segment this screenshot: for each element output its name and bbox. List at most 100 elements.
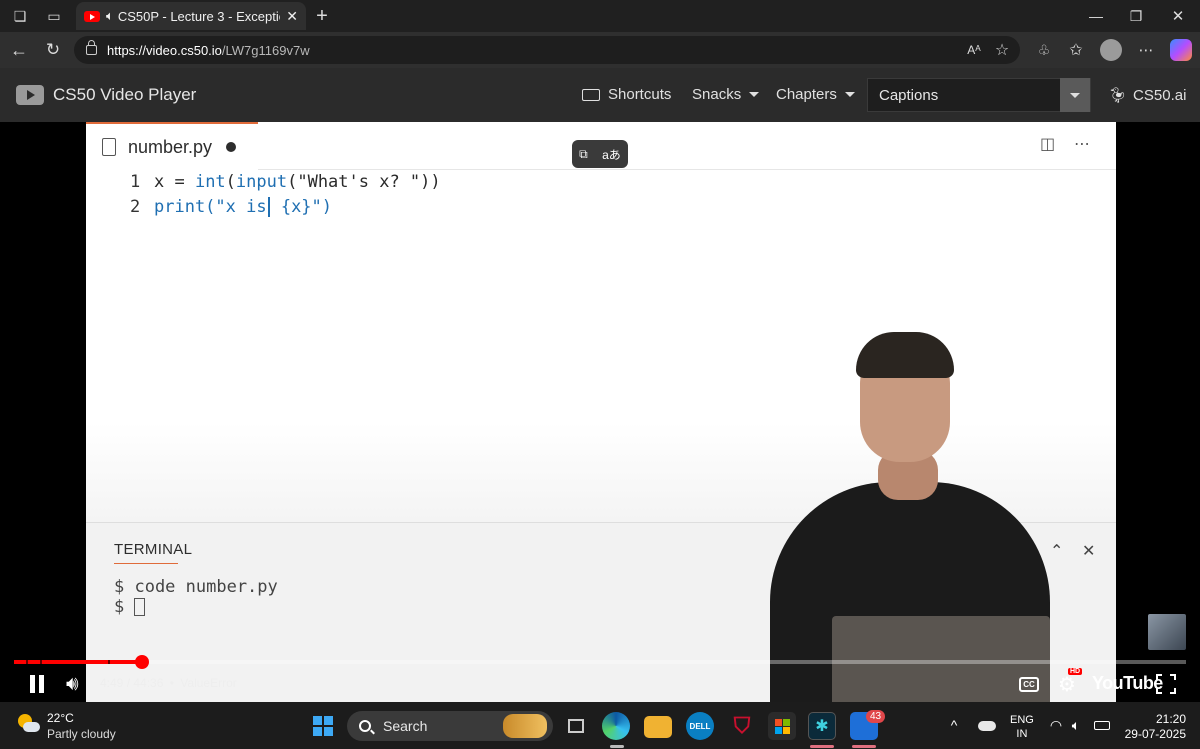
browser-tab-active[interactable]: 🔈︎ CS50P - Lecture 3 - Exceptio ✕ [76, 2, 306, 30]
language-code: ENG [1010, 714, 1034, 726]
cursor-app-icon[interactable]: ✱ [808, 712, 836, 740]
progress-scrubber[interactable] [135, 655, 149, 669]
channel-avatar[interactable] [1148, 614, 1186, 650]
cs50ai-link[interactable]: 🦆︎ CS50.ai [1108, 86, 1187, 105]
region-code: IN [1016, 728, 1028, 740]
pause-icon[interactable] [28, 675, 46, 693]
chevron-up-icon[interactable]: ^ [946, 716, 962, 734]
code-token: print("x is [154, 197, 267, 217]
chapter-marker [40, 660, 42, 664]
video-overlay-controls[interactable]: ⧉ aあ [572, 140, 628, 168]
extensions-icon[interactable]: ♧ [1034, 40, 1054, 60]
mcafee-icon[interactable]: ⛉ [728, 712, 756, 740]
editor-tab: number.py [86, 122, 258, 170]
minimize-icon[interactable]: — [1086, 6, 1106, 26]
fullscreen-icon[interactable] [1156, 674, 1176, 694]
workspaces-icon[interactable]: ❏ [10, 6, 30, 26]
picture-in-picture-icon[interactable]: ⧉ [579, 147, 588, 162]
chapter-marker [26, 660, 28, 664]
favorites-icon[interactable]: ✩ [1066, 40, 1086, 60]
back-arrow-icon[interactable]: ← [8, 40, 30, 60]
chevron-down-icon [1070, 92, 1080, 98]
volume-icon[interactable]: 🔈︎ [1068, 716, 1084, 734]
url-domain: https://video.cs50.io [107, 42, 222, 58]
line-number: 2 [130, 197, 141, 217]
clock-date: 29-07-2025 [1124, 727, 1186, 741]
weather-description[interactable]: Partly cloudy [47, 727, 116, 741]
captions-select[interactable]: Captions [867, 78, 1091, 112]
settings-gear-icon[interactable]: ⚙ [1058, 672, 1076, 697]
youtube-logo[interactable]: YouTube [1092, 673, 1163, 694]
captions-dropdown-button[interactable] [1060, 78, 1090, 112]
time-elapsed-total: 4:49 / 44:36 [100, 676, 164, 690]
edge-running-indicator [610, 745, 624, 748]
url-field[interactable]: https://video.cs50.io/LW7g1169v7w [74, 36, 1020, 64]
tab-actions-icon[interactable]: ▭ [44, 6, 64, 26]
cs50-logo-icon[interactable] [16, 85, 44, 105]
duck-icon: 🦆︎ [1108, 87, 1128, 104]
clock-time: 21:20 [1155, 712, 1186, 726]
captions-cc-icon[interactable]: CC [1019, 677, 1039, 692]
dell-icon[interactable]: DELL [686, 712, 714, 740]
chapter-title[interactable]: ValueError [180, 676, 236, 690]
keyboard-icon [582, 88, 600, 101]
taskbar-search[interactable]: Search [347, 711, 553, 741]
search-highlight-tiger-icon [503, 714, 547, 738]
video-player[interactable]: number.py ⧉ aあ ◫ ⋯ 1 x = int(input("What'… [0, 122, 1200, 702]
window-close-icon[interactable]: ✕ [1168, 6, 1188, 26]
search-icon [359, 720, 371, 732]
snacks-dropdown[interactable]: Snacks [692, 86, 760, 103]
url-path: /LW7g1169v7w [221, 42, 310, 58]
chapters-dropdown[interactable]: Chapters [776, 86, 855, 103]
editor-filename: number.py [128, 136, 213, 157]
input-language[interactable]: ENG IN [1010, 713, 1034, 741]
progress-bar[interactable] [14, 655, 1186, 669]
windows-start-icon[interactable] [313, 716, 333, 736]
separator: • [169, 676, 174, 690]
windows-taskbar: 22°C Partly cloudy Search DELL ⛉ ✱ 43 ^ … [0, 702, 1200, 749]
read-aloud-icon[interactable]: Aᴬ [964, 40, 984, 60]
profile-avatar[interactable] [1100, 39, 1122, 61]
microsoft-store-icon[interactable] [768, 712, 796, 740]
system-clock[interactable]: 21:20 29-07-2025 [1122, 712, 1186, 742]
split-editor-icon: ◫ [1040, 136, 1056, 153]
browser-tab-bar: ❏ ▭ 🔈︎ CS50P - Lecture 3 - Exceptio ✕ + … [0, 0, 1200, 32]
translate-icon[interactable]: aあ [602, 146, 621, 163]
refresh-icon[interactable]: ↻ [42, 40, 64, 60]
hd-badge: HD [1068, 668, 1083, 675]
code-line-2: 2 print("x is {x}") [130, 197, 332, 217]
shortcuts-button[interactable]: Shortcuts [582, 86, 671, 103]
code-line-1: 1 x = int(input("What's x? ")) [130, 172, 441, 192]
onedrive-cloud-icon[interactable] [978, 721, 996, 731]
app-running-indicator [810, 745, 834, 748]
battery-icon[interactable] [1094, 721, 1110, 730]
code-token: x = [154, 172, 195, 192]
copilot-icon[interactable] [1170, 39, 1192, 61]
tab-close-icon[interactable]: ✕ [286, 8, 298, 25]
app-running-indicator [852, 745, 876, 748]
unsaved-dot-icon [226, 142, 237, 152]
presenter-hair [856, 332, 954, 378]
volume-icon[interactable]: 🔊︎ [66, 673, 79, 696]
file-icon [102, 138, 116, 156]
wifi-icon[interactable]: ◠ [1048, 716, 1064, 734]
speaker-icon[interactable]: 🔈︎ [106, 8, 114, 24]
terminal-title: TERMINAL [114, 541, 193, 558]
favorite-star-icon[interactable]: ☆ [992, 40, 1012, 60]
weather-partly-cloudy-icon[interactable] [18, 714, 40, 736]
task-view-icon[interactable] [562, 712, 590, 740]
code-token: {x}") [270, 197, 333, 217]
new-tab-icon[interactable]: + [312, 5, 332, 27]
file-explorer-icon[interactable] [644, 716, 672, 738]
progress-played [14, 660, 142, 664]
more-menu-icon[interactable]: ⋯ [1136, 40, 1156, 60]
search-placeholder: Search [383, 718, 428, 734]
terminal-line-2: $ [114, 597, 146, 617]
brand-title[interactable]: CS50 Video Player [53, 85, 196, 105]
tab-divider [258, 169, 1116, 170]
restore-icon[interactable]: ❐ [1126, 6, 1146, 26]
cs50ai-label: CS50.ai [1133, 86, 1187, 104]
terminal-line-1: $ code number.py [114, 577, 278, 597]
weather-temperature[interactable]: 22°C [47, 711, 74, 725]
edge-browser-icon[interactable] [602, 712, 630, 740]
